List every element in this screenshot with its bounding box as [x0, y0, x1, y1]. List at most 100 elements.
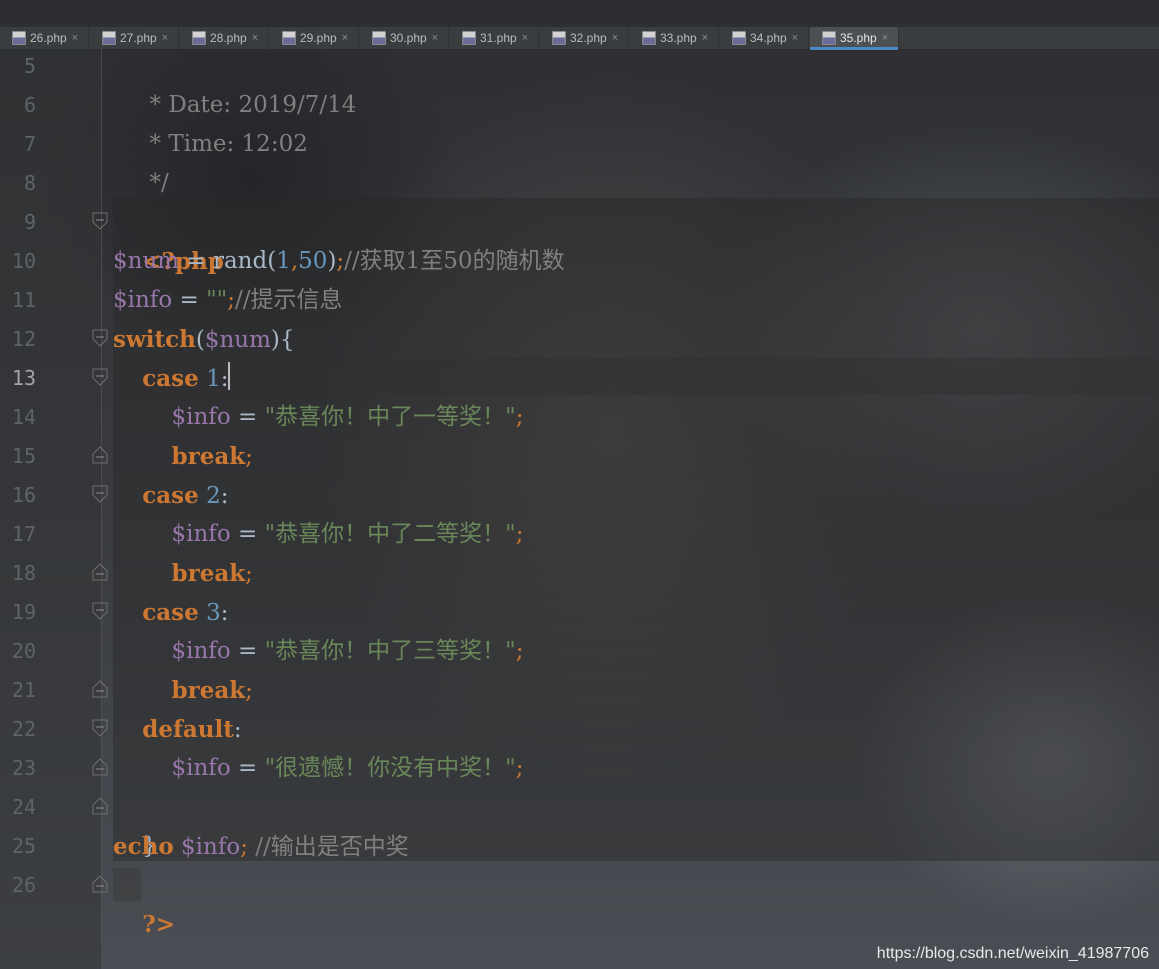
line-number: 15: [11, 444, 36, 468]
close-icon[interactable]: ×: [702, 32, 708, 44]
close-icon[interactable]: ×: [432, 32, 438, 44]
fold-open-icon[interactable]: [92, 212, 108, 230]
tab-label: 33.php: [660, 31, 697, 45]
close-icon[interactable]: ×: [612, 32, 618, 44]
line-number: 12: [11, 327, 36, 351]
keyword-case: case: [142, 482, 199, 509]
fold-open-icon[interactable]: [92, 602, 108, 620]
code-line-25[interactable]: echo $info; //输出是否中奖: [113, 827, 409, 867]
code-op: :: [220, 366, 229, 392]
php-close-tag: ?>: [142, 911, 175, 938]
code-op: =: [230, 404, 265, 430]
line-number: 20: [11, 639, 36, 663]
code-op: =: [230, 638, 265, 664]
tab-32-php[interactable]: 32.php ×: [540, 27, 629, 49]
fold-close-icon[interactable]: [92, 758, 108, 776]
code-op: (: [195, 327, 205, 353]
tab-label: 29.php: [300, 31, 337, 45]
code-op: :: [220, 483, 229, 509]
line-number: 19: [11, 600, 36, 624]
semicolon: ;: [245, 678, 253, 704]
number-literal: 1: [276, 248, 291, 274]
tab-35-php[interactable]: 35.php ×: [810, 27, 899, 50]
code-line-23[interactable]: $info = "很遗憾！你没有中奖！";: [113, 749, 524, 788]
php-file-icon: [102, 31, 116, 45]
fold-open-icon[interactable]: [92, 329, 108, 347]
close-icon[interactable]: ×: [522, 32, 528, 44]
close-icon[interactable]: ×: [342, 32, 348, 44]
keyword-case: case: [142, 365, 199, 392]
tab-33-php[interactable]: 33.php ×: [630, 27, 719, 49]
tab-26-php[interactable]: 26.php ×: [0, 27, 89, 49]
php-file-icon: [732, 31, 746, 45]
close-icon[interactable]: ×: [162, 32, 168, 44]
code-line-21[interactable]: break;: [113, 671, 253, 711]
close-icon[interactable]: ×: [72, 32, 78, 44]
fold-close-icon[interactable]: [92, 797, 108, 815]
line-number: 25: [11, 834, 36, 858]
tab-label: 34.php: [750, 31, 787, 45]
close-icon[interactable]: ×: [252, 32, 258, 44]
line-number: 10: [11, 249, 36, 273]
tab-28-php[interactable]: 28.php ×: [180, 27, 269, 49]
line-number: 24: [11, 795, 36, 819]
code-line-10[interactable]: $num = rand(1,50);//获取1至50的随机数: [113, 242, 565, 281]
code-op: :: [233, 717, 242, 743]
variable-info: $info: [113, 287, 173, 313]
line-number: 22: [11, 717, 36, 741]
fold-close-icon[interactable]: [92, 875, 108, 893]
tab-30-php[interactable]: 30.php ×: [360, 27, 449, 49]
fold-open-icon[interactable]: [92, 485, 108, 503]
line-number: 21: [11, 678, 36, 702]
semicolon: ;: [515, 755, 524, 781]
keyword-echo: echo: [113, 833, 174, 860]
close-icon[interactable]: ×: [882, 32, 888, 44]
tab-label: 27.php: [120, 31, 157, 45]
code-op: :: [220, 600, 229, 626]
php-file-icon: [372, 31, 386, 45]
semicolon: ;: [515, 638, 524, 664]
php-file-icon: [642, 31, 656, 45]
keyword-break: break: [171, 443, 246, 470]
code-line-19[interactable]: case 3:: [113, 593, 228, 633]
code-op: ){: [270, 327, 295, 353]
fold-open-icon[interactable]: [92, 719, 108, 737]
code-line-20[interactable]: $info = "恭喜你！中了三等奖！";: [113, 632, 524, 671]
code-line-18[interactable]: break;: [113, 554, 253, 594]
code-line-15[interactable]: break;: [113, 437, 253, 477]
fold-close-icon[interactable]: [92, 446, 108, 464]
fold-close-icon[interactable]: [92, 563, 108, 581]
line-comment: //输出是否中奖: [247, 834, 409, 860]
code-op: =: [230, 755, 265, 781]
tab-label: 26.php: [30, 31, 67, 45]
code-line-14[interactable]: $info = "恭喜你！中了一等奖！";: [113, 398, 524, 437]
php-file-icon: [12, 31, 26, 45]
tab-label: 32.php: [570, 31, 607, 45]
fold-open-icon[interactable]: [92, 368, 108, 386]
string-literal: "恭喜你！中了一等奖！": [264, 404, 516, 430]
tab-29-php[interactable]: 29.php ×: [270, 27, 359, 49]
code-line-12[interactable]: switch($num){: [113, 320, 295, 360]
keyword-break: break: [171, 677, 246, 704]
variable-info: $info: [173, 834, 241, 860]
number-literal: 3: [206, 600, 221, 626]
code-line-17[interactable]: $info = "恭喜你！中了二等奖！";: [113, 515, 524, 554]
semicolon: ;: [245, 444, 253, 470]
line-number: 18: [11, 561, 36, 585]
tab-31-php[interactable]: 31.php ×: [450, 27, 539, 49]
tab-label: 28.php: [210, 31, 247, 45]
fold-close-icon[interactable]: [92, 680, 108, 698]
code-line-16[interactable]: case 2:: [113, 476, 228, 516]
line-comment: //获取1至50的随机数: [344, 248, 565, 274]
semicolon: ;: [515, 521, 524, 547]
tab-label: 30.php: [390, 31, 427, 45]
code-line-11[interactable]: $info = "";//提示信息: [113, 281, 343, 320]
tab-34-php[interactable]: 34.php ×: [720, 27, 809, 49]
number-literal: 50: [298, 248, 328, 274]
code-line-13[interactable]: case 1:: [113, 359, 231, 399]
code-line-26[interactable]: ?>: [113, 866, 175, 969]
tab-27-php[interactable]: 27.php ×: [90, 27, 179, 49]
code-line-22[interactable]: default:: [113, 710, 242, 750]
variable-info: $info: [171, 521, 231, 547]
close-icon[interactable]: ×: [792, 32, 798, 44]
